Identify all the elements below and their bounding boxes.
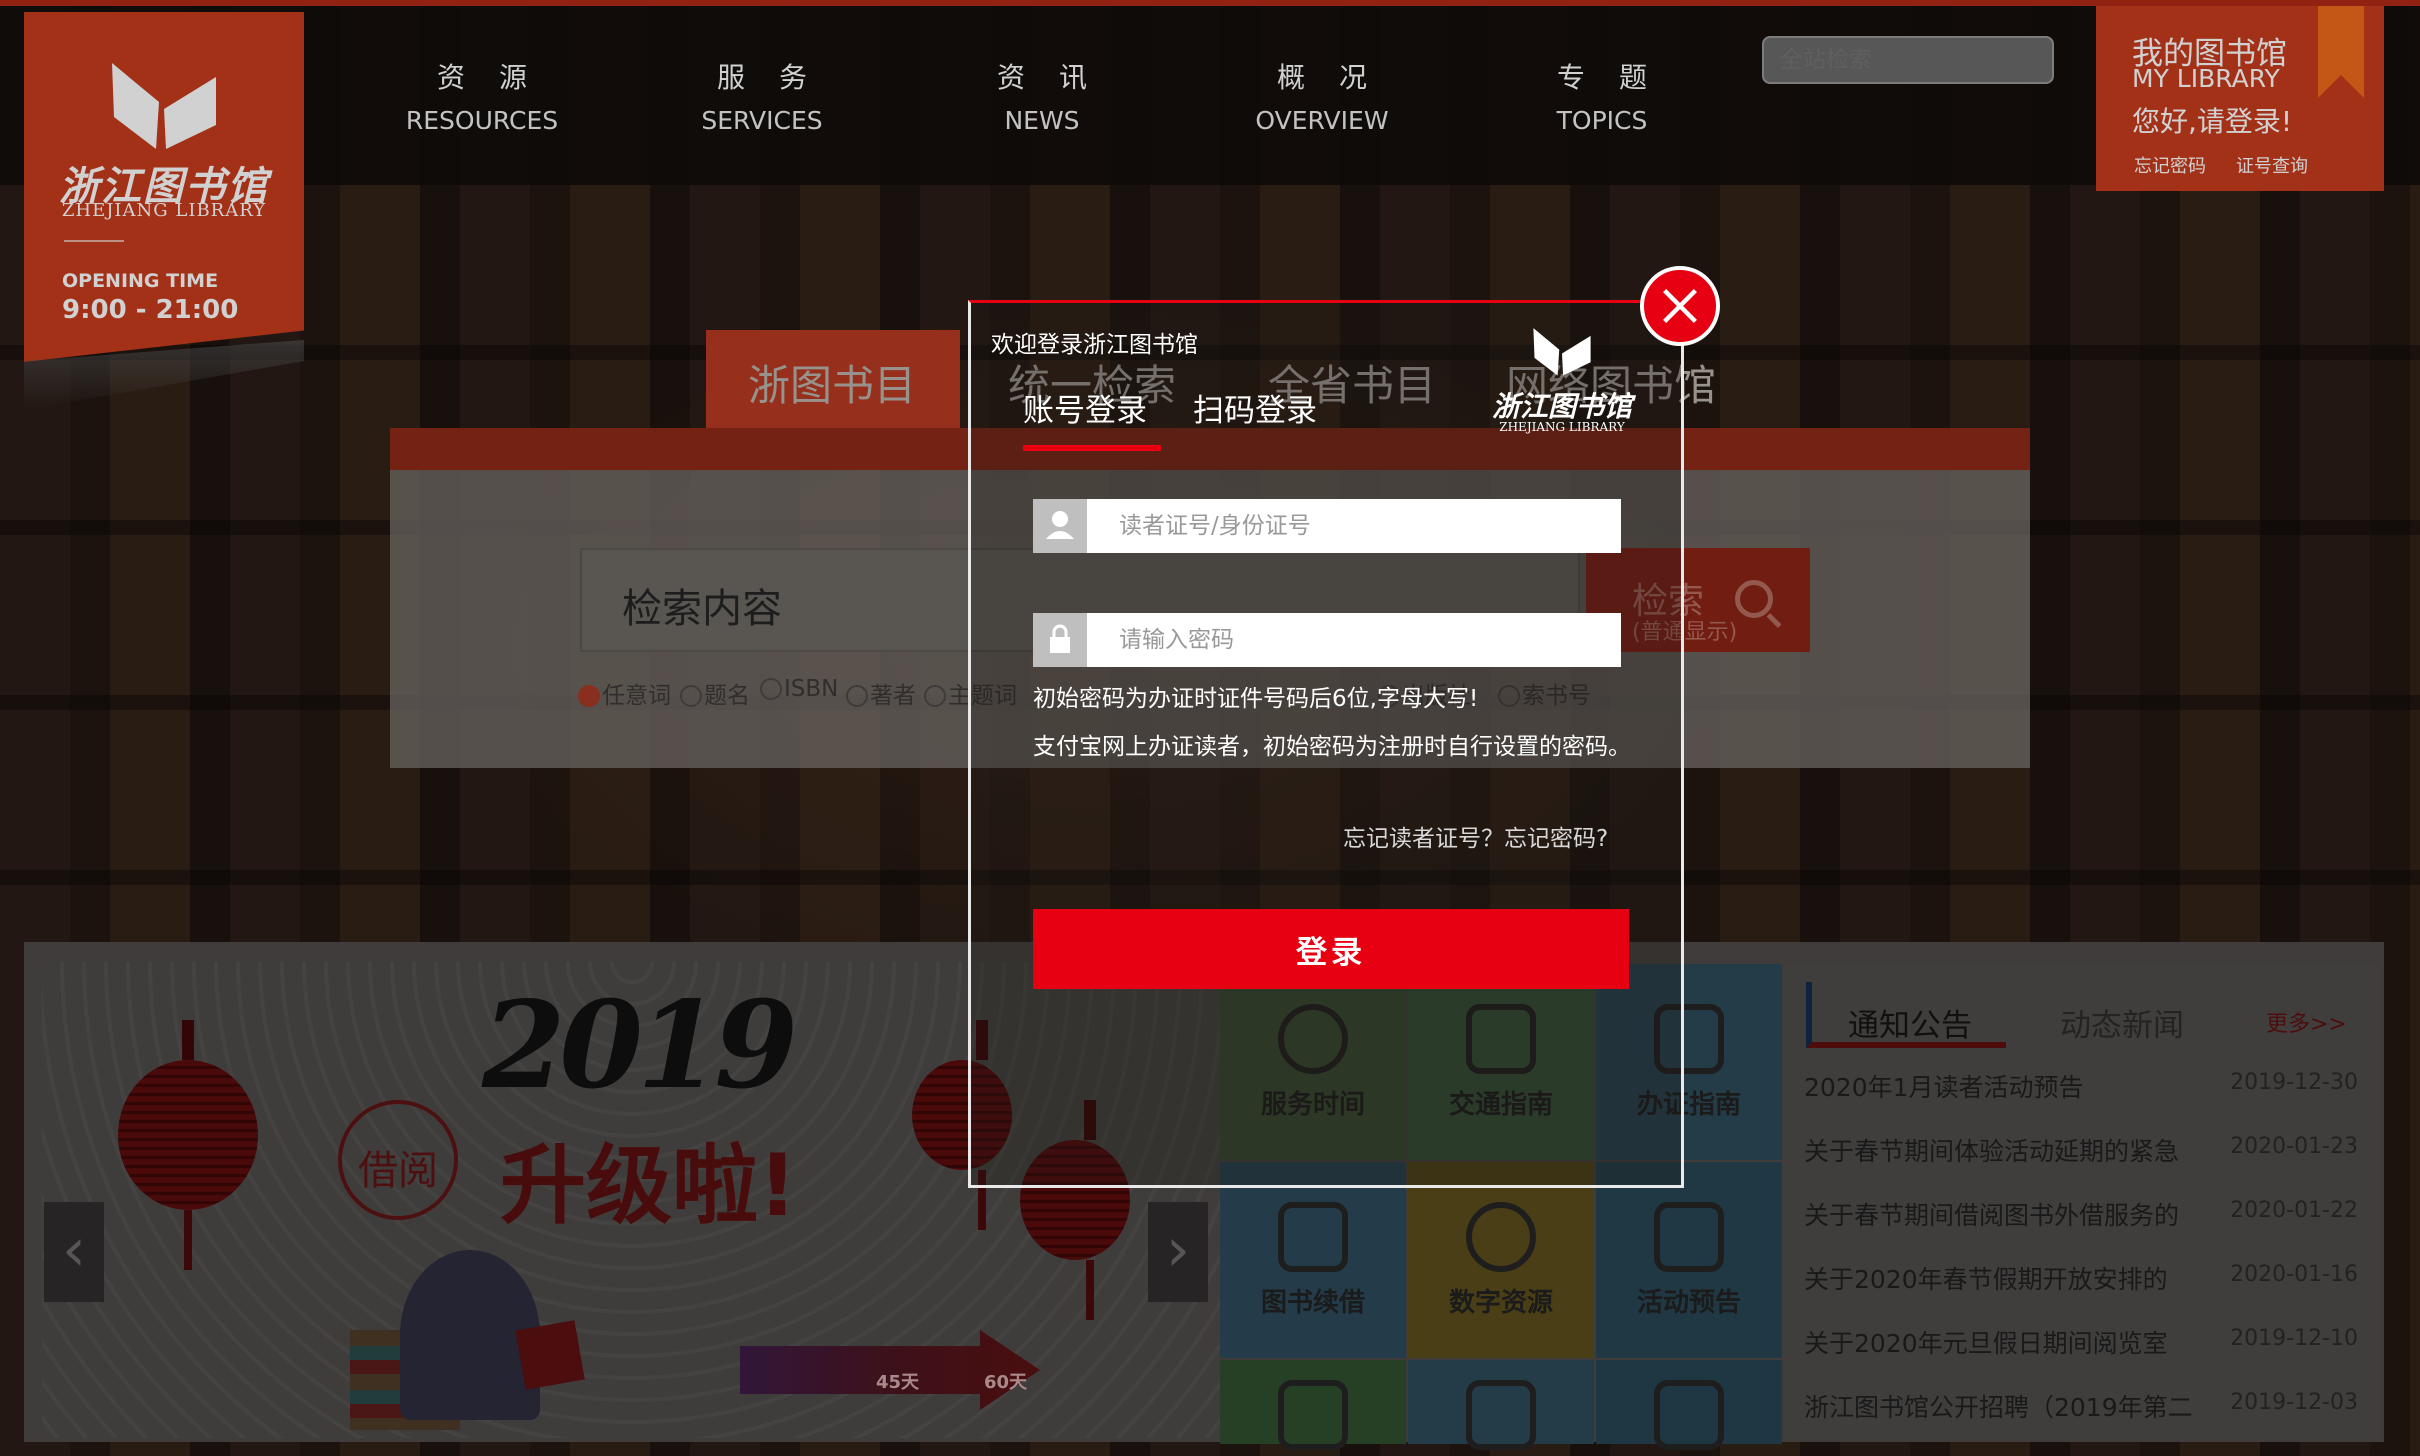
dialog-logo: 浙江图书馆 ZHEJIANG LIBRARY: [1487, 323, 1637, 441]
password-tip: 初始密码为办证时证件号码后6位,字母大写!: [1033, 686, 1479, 712]
login-welcome: 欢迎登录浙江图书馆: [991, 332, 1198, 358]
user-icon: [1033, 499, 1087, 553]
active-tab-indicator: [1023, 445, 1161, 451]
tab-qr-login[interactable]: 扫码登录: [1193, 385, 1317, 430]
alipay-tip: 支付宝网上办证读者，初始密码为注册时自行设置的密码。: [1033, 734, 1631, 760]
book-logo-icon: [1533, 328, 1591, 376]
forgot-credentials-link[interactable]: 忘记读者证号？忘记密码?: [1343, 819, 1608, 853]
tab-account-login[interactable]: 账号登录: [1023, 385, 1147, 430]
lock-icon: [1033, 613, 1087, 667]
login-submit-button[interactable]: 登录: [1033, 909, 1629, 989]
username-input[interactable]: [1087, 499, 1621, 553]
password-field: [1033, 613, 1621, 667]
close-icon: [1663, 289, 1697, 323]
dialog-logo-cn: 浙江图书馆: [1491, 390, 1632, 423]
username-field: [1033, 499, 1621, 553]
close-dialog-button[interactable]: [1640, 266, 1720, 346]
password-input[interactable]: [1087, 613, 1621, 667]
login-dialog: 欢迎登录浙江图书馆 账号登录 扫码登录 浙江图书馆 ZHEJIANG LIBRA…: [968, 300, 1684, 1188]
dialog-logo-en: ZHEJIANG LIBRARY: [1499, 420, 1625, 434]
